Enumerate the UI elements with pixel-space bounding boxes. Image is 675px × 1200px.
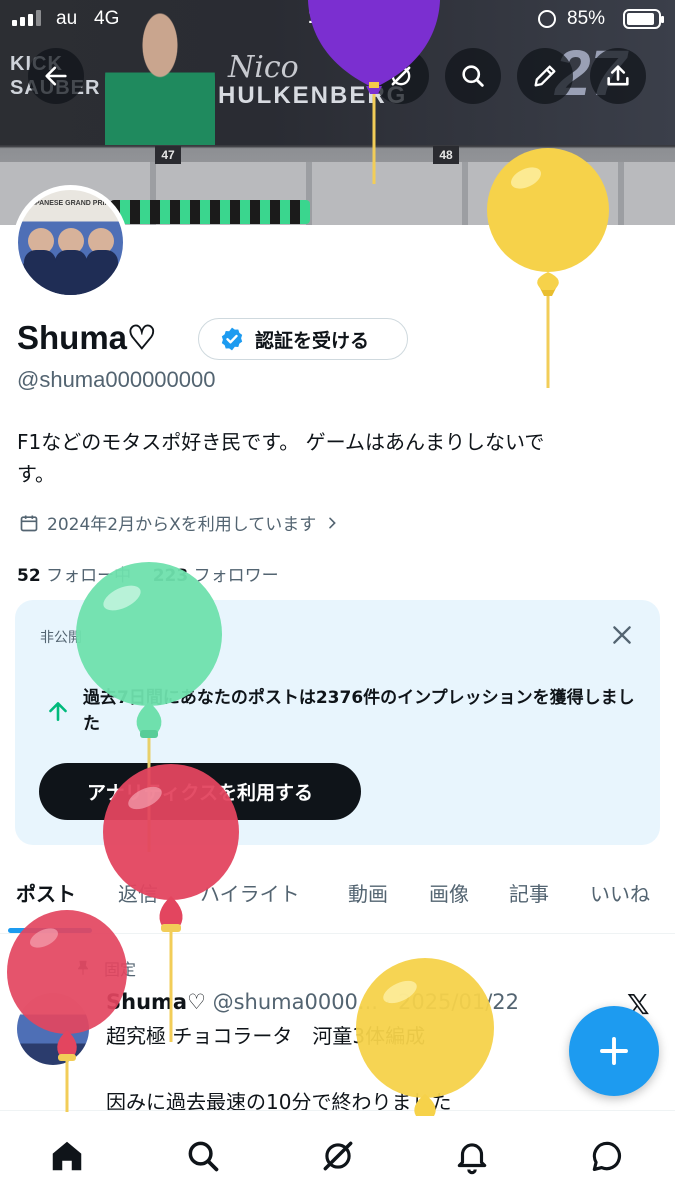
profile-name: Shuma♡	[17, 318, 157, 357]
edit-icon	[534, 65, 556, 87]
status-bar: au 4G 10:13 85%	[0, 0, 675, 40]
get-verified-button[interactable]: 認証を受ける	[198, 318, 408, 360]
bottom-navigation	[0, 1110, 675, 1200]
grok-icon	[391, 66, 411, 86]
nav-grok[interactable]	[318, 1136, 358, 1176]
share-button[interactable]	[590, 48, 646, 104]
following-label: フォロー中	[46, 566, 132, 586]
rotation-lock-icon	[538, 10, 556, 28]
notifications-icon	[457, 1143, 487, 1175]
get-verified-label: 認証を受ける	[255, 329, 370, 352]
calendar-icon	[20, 515, 38, 531]
battery-percent: 85%	[567, 8, 606, 29]
following-count: 52	[17, 566, 41, 586]
search-button[interactable]	[445, 48, 501, 104]
clock: 10:13	[308, 6, 360, 28]
bio-line: F1などのモタスポ好き民です。 ゲームはあんまりしないで	[17, 430, 545, 454]
profile-avatar[interactable]: JAPANESE GRAND PRIX	[13, 185, 128, 300]
close-icon[interactable]	[609, 622, 635, 648]
followers-count: 223	[152, 566, 189, 586]
carrier-label: au	[56, 8, 78, 29]
share-icon	[607, 65, 629, 86]
use-analytics-button[interactable]: アナリティクスを利用する	[39, 763, 361, 820]
pinned-indicator: 固定	[74, 956, 136, 980]
tab-posts[interactable]: ポスト	[16, 878, 76, 907]
pinned-label: 固定	[104, 960, 137, 979]
network-type: 4G	[94, 8, 120, 29]
back-button[interactable]	[28, 48, 84, 104]
plus-icon	[600, 1037, 628, 1065]
profile-name-text: Shuma♡	[17, 319, 157, 356]
follow-stats: 52 フォロー中 223 フォロワー	[17, 561, 279, 586]
grok-icon	[323, 1141, 353, 1171]
nav-messages[interactable]	[587, 1136, 627, 1176]
chevron-right-icon	[329, 517, 337, 528]
nav-home[interactable]	[47, 1136, 87, 1176]
active-tab-indicator	[8, 928, 92, 933]
bio-line: す。	[17, 462, 55, 486]
tab-images[interactable]: 画像	[429, 878, 469, 907]
back-arrow-icon	[45, 66, 67, 86]
joined-date[interactable]: 2024年2月からXを利用しています	[19, 510, 340, 535]
banner-car-wing	[110, 200, 310, 224]
search-icon	[188, 1141, 219, 1172]
joined-date-text: 2024年2月からXを利用しています	[47, 515, 317, 535]
trending-up-arrow-icon	[49, 702, 67, 721]
verified-badge-icon	[221, 327, 243, 351]
tab-likes[interactable]: いいね	[590, 878, 650, 907]
profile-bio: F1などのモタスポ好き民です。 ゲームはあんまりしないで す。	[17, 426, 657, 490]
analytics-card: 非公開 過去7日間にあなたのポストは2376件のインプレッションを獲得しました …	[15, 600, 660, 845]
tab-videos[interactable]: 動画	[348, 878, 388, 907]
post-author[interactable]: Shuma♡	[106, 990, 206, 1014]
post-avatar[interactable]	[17, 993, 89, 1065]
compose-post-button[interactable]	[569, 1006, 659, 1096]
messages-icon	[592, 1141, 622, 1172]
banner-garage-label: 47	[155, 146, 181, 164]
tab-replies[interactable]: 返信	[118, 878, 158, 907]
nav-search[interactable]	[183, 1136, 223, 1176]
grok-button[interactable]	[373, 48, 429, 104]
edit-profile-button[interactable]	[517, 48, 573, 104]
impressions-text: 過去7日間にあなたのポストは2376件のインプレッションを獲得しました	[83, 688, 635, 734]
followers-link[interactable]: 223 フォロワー	[153, 566, 279, 586]
tab-highlights[interactable]: ハイライト	[200, 878, 300, 907]
profile-handle: @shuma000000000	[17, 367, 216, 392]
banner-first-name: Nico	[228, 50, 299, 85]
private-label: 非公開	[40, 630, 82, 646]
search-icon	[462, 65, 484, 87]
post-header: Shuma♡ @shuma0000... · 2025/01/22	[106, 990, 519, 1014]
profile-tabs: ポスト 返信 ハイライト 動画 画像 記事 いいね	[0, 858, 675, 934]
avatar-caption: JAPANESE GRAND PRIX	[26, 200, 110, 207]
cellular-signal-icon	[12, 10, 41, 26]
battery-icon	[623, 9, 664, 29]
followers-label: フォロワー	[193, 566, 279, 586]
tab-articles[interactable]: 記事	[509, 878, 549, 907]
following-link[interactable]: 52 フォロー中	[17, 566, 131, 586]
nav-notifications[interactable]	[452, 1136, 492, 1176]
pin-icon	[77, 960, 89, 975]
home-icon	[52, 1141, 82, 1171]
post-text-line: 超究極 チョコラータ 河童3体編成	[106, 1024, 426, 1048]
post-meta: @shuma0000... · 2025/01/22	[212, 990, 520, 1014]
banner-garage-label: 48	[433, 146, 459, 164]
